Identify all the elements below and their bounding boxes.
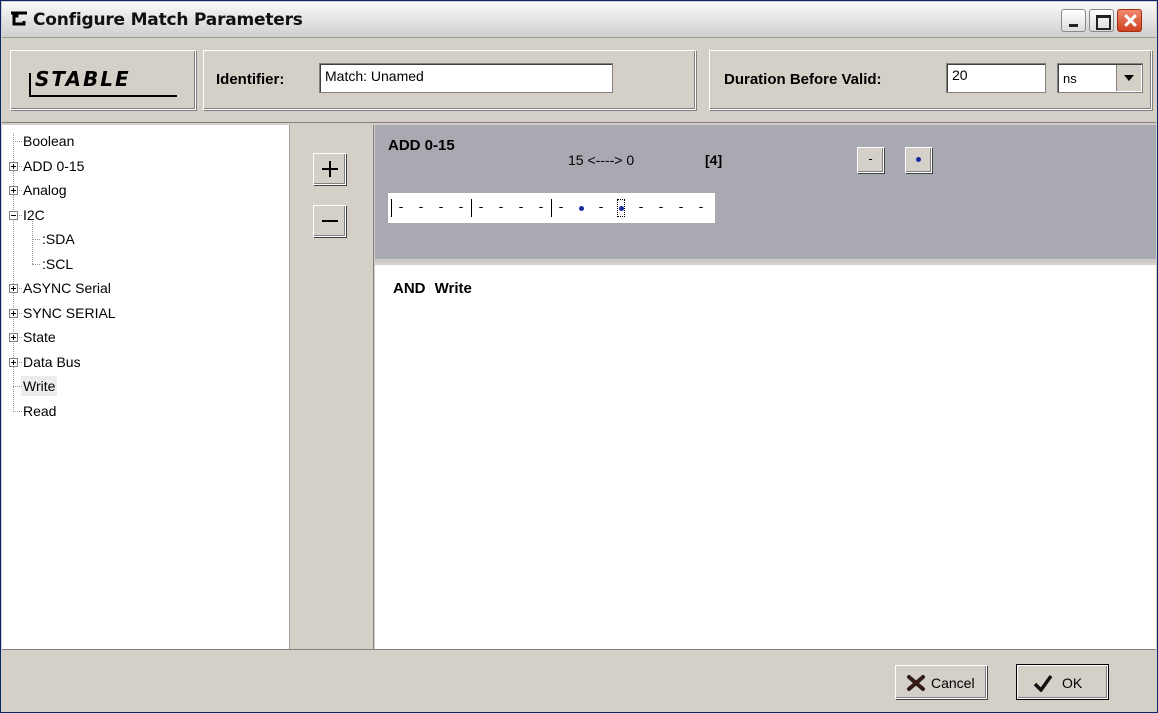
red-x-icon <box>907 675 925 691</box>
bit-pattern-panel: ADD 0-15 15 <----> 0 [4] - -------------… <box>375 125 1156 262</box>
tree-item[interactable]: Write <box>21 376 58 396</box>
tree-connector <box>13 410 22 412</box>
identifier-group: Identifier: Match: Unamed <box>203 50 696 110</box>
window-title: Configure Match Parameters <box>33 10 303 30</box>
tree-item[interactable]: Data Bus <box>23 352 81 372</box>
checkmark-icon <box>1033 674 1053 692</box>
expand-icon[interactable] <box>9 186 18 195</box>
expand-icon[interactable] <box>9 308 18 318</box>
bit-dont-care[interactable]: - <box>591 193 611 223</box>
bit-dont-care[interactable]: - <box>671 193 691 223</box>
logo-group: STABLE <box>10 50 196 110</box>
tree-item[interactable]: Read <box>23 401 56 421</box>
tree-connector <box>32 263 40 265</box>
expand-icon[interactable] <box>9 284 18 293</box>
nibble-separator <box>471 199 472 217</box>
tree-connector <box>13 386 22 387</box>
remove-button[interactable] <box>313 205 346 237</box>
duration-group: Duration Before Valid: 20 ns <box>709 50 1152 110</box>
bit-range: 15 <----> 0 <box>568 152 635 168</box>
bit-dont-care[interactable]: - <box>691 193 711 223</box>
identifier-input[interactable]: Match: Unamed <box>319 63 613 93</box>
duration-unit-value: ns <box>1063 71 1077 86</box>
bit-dont-care[interactable]: - <box>431 193 451 223</box>
tree-item[interactable]: :SDA <box>42 229 75 249</box>
title-bar[interactable]: Configure Match Parameters <box>2 2 1156 38</box>
add-remove-column <box>289 125 374 649</box>
bit-dont-care[interactable]: - <box>391 193 411 223</box>
tree-item[interactable]: ADD 0-15 <box>23 156 84 176</box>
ok-button[interactable]: OK <box>1016 664 1109 700</box>
bit-set[interactable] <box>611 193 631 223</box>
dont-care-button[interactable]: - <box>857 147 884 173</box>
close-button[interactable] <box>1117 9 1142 32</box>
nibble-separator <box>391 199 392 217</box>
add-button[interactable] <box>313 153 346 185</box>
duration-unit-select[interactable]: ns <box>1057 63 1143 93</box>
bit-dont-care[interactable]: - <box>471 193 491 223</box>
stable-logo: STABLE <box>35 67 131 91</box>
expand-icon[interactable] <box>9 161 18 171</box>
logo-underline <box>29 95 177 97</box>
maximize-button[interactable] <box>1089 9 1114 32</box>
tree-connector <box>13 141 22 142</box>
signal-tree[interactable]: Boolean ADD 0-15 Analog I2C :SDA :SCL ASYNC Se… <box>2 125 289 649</box>
bit-dont-care[interactable]: - <box>511 193 531 223</box>
bit-set[interactable] <box>571 193 591 223</box>
expand-icon[interactable] <box>9 333 18 342</box>
tree-branch <box>32 218 33 264</box>
cancel-button[interactable]: Cancel <box>895 665 987 699</box>
configure-match-dialog: Configure Match Parameters STABLE Identi… <box>0 0 1158 713</box>
tree-connector <box>32 239 40 240</box>
tree-item[interactable]: :SCL <box>42 254 73 274</box>
cancel-label: Cancel <box>931 675 975 691</box>
tree-item[interactable]: Analog <box>23 180 67 200</box>
bit-dont-care[interactable]: - <box>651 193 671 223</box>
app-logo-icon <box>11 11 27 26</box>
duration-label: Duration Before Valid: <box>724 71 882 88</box>
bit-count: [4] <box>705 152 723 168</box>
expand-icon[interactable] <box>9 357 18 367</box>
ok-label: OK <box>1062 675 1083 691</box>
bit-pattern-field[interactable]: -------------- <box>388 193 715 223</box>
bit-dont-care[interactable]: - <box>531 193 551 223</box>
bit-dont-care[interactable]: - <box>411 193 431 223</box>
chevron-down-icon[interactable] <box>1116 65 1141 91</box>
tree-item[interactable]: State <box>23 327 56 347</box>
signal-name: ADD 0-15 <box>388 137 455 154</box>
match-expression-area[interactable]: AND Write <box>375 265 1156 649</box>
collapse-icon[interactable] <box>9 210 18 220</box>
tree-item[interactable]: SYNC SERIAL <box>23 303 116 323</box>
dialog-footer: Cancel OK <box>2 649 1156 712</box>
minimize-button[interactable] <box>1061 9 1086 32</box>
set-bit-button[interactable] <box>905 147 932 173</box>
identifier-label: Identifier: <box>216 71 285 88</box>
bit-dont-care[interactable]: - <box>631 193 651 223</box>
tree-item[interactable]: ASYNC Serial <box>23 278 111 298</box>
bit-dont-care[interactable]: - <box>491 193 511 223</box>
logo-bracket <box>29 73 31 97</box>
bit-dont-care[interactable]: - <box>451 193 471 223</box>
tree-item[interactable]: I2C <box>23 205 45 225</box>
bit-dont-care[interactable]: - <box>551 193 571 223</box>
nibble-separator <box>551 199 552 217</box>
tree-item[interactable]: Boolean <box>23 131 74 151</box>
parameter-bar: STABLE Identifier: Match: Unamed Duratio… <box>2 38 1156 123</box>
match-expression: AND Write <box>393 280 472 297</box>
tree-trunk <box>13 133 14 412</box>
duration-input[interactable]: 20 <box>946 63 1046 93</box>
